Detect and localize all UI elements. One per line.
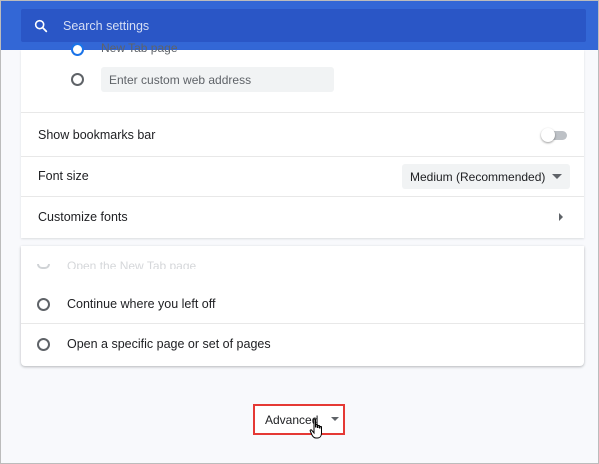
radio-new-tab-page[interactable]: [71, 43, 84, 56]
font-size-label: Font size: [38, 169, 89, 183]
show-bookmarks-bar-label: Show bookmarks bar: [38, 128, 156, 142]
continue-where-left-off-label[interactable]: Continue where you left off: [67, 297, 215, 311]
divider: [21, 112, 584, 113]
toggle-knob: [541, 128, 555, 142]
divider: [21, 196, 584, 197]
chevron-down-icon: [552, 174, 562, 179]
search-input[interactable]: [63, 9, 586, 42]
on-startup-card: Open the New Tab page Continue where you…: [21, 246, 584, 366]
chevron-down-icon: [331, 417, 339, 421]
settings-header: [1, 1, 598, 50]
divider: [21, 156, 584, 157]
font-size-value: Medium (Recommended): [410, 169, 546, 184]
radio-continue-where-left-off[interactable]: [37, 298, 50, 311]
settings-window: New Tab page Show bookmarks bar Font siz…: [0, 0, 599, 464]
font-size-select[interactable]: Medium (Recommended): [402, 164, 570, 189]
search-box[interactable]: [21, 9, 586, 42]
radio-open-new-tab[interactable]: [37, 264, 50, 269]
search-icon[interactable]: [33, 18, 49, 34]
hand-cursor-icon: [309, 418, 322, 439]
divider: [21, 323, 584, 324]
radio-open-specific-pages[interactable]: [37, 338, 50, 351]
new-tab-page-label: New Tab page: [101, 41, 178, 55]
chevron-right-icon[interactable]: [559, 213, 563, 221]
show-bookmarks-bar-toggle[interactable]: [541, 128, 567, 142]
advanced-button[interactable]: Advanced: [253, 404, 345, 435]
open-new-tab-label: Open the New Tab page: [67, 259, 197, 269]
custom-web-address-input[interactable]: [101, 67, 334, 92]
radio-custom-address[interactable]: [71, 73, 84, 86]
customize-fonts-label[interactable]: Customize fonts: [38, 210, 128, 224]
open-specific-pages-label[interactable]: Open a specific page or set of pages: [67, 337, 271, 351]
appearance-card: New Tab page Show bookmarks bar Font siz…: [21, 41, 584, 238]
